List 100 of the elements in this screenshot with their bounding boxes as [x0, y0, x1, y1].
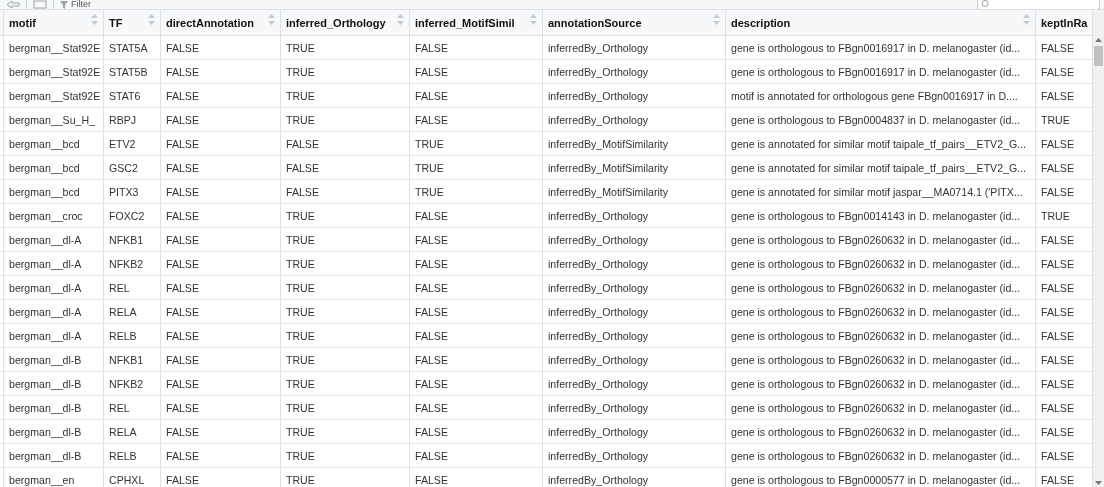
table-cell: FALSE [1041, 257, 1074, 270]
table-cell: inferredBy_MotifSimilarity [548, 161, 669, 174]
table-cell: FALSE [166, 473, 199, 486]
table-cell: FALSE [166, 89, 199, 102]
table-cell: STAT6 [109, 89, 141, 102]
table-cell: TRUE [415, 185, 444, 198]
table-cell: gene is orthologous to FBgn0260632 in D. melanogaster (id... [731, 353, 1021, 366]
table-cell: inferredBy_Orthology [548, 257, 649, 270]
table-cell: inferredBy_Orthology [548, 233, 649, 246]
table-cell: bergman__dl-A [9, 305, 82, 318]
table-cell: TRUE [286, 281, 315, 294]
table-cell: STAT5B [109, 65, 148, 78]
column-header[interactable]: annotationSource [548, 16, 642, 29]
table-cell: FALSE [415, 113, 448, 126]
column-header[interactable]: inferred_Orthology [286, 16, 386, 29]
table-cell: FALSE [166, 233, 199, 246]
back-arrow-icon[interactable] [6, 0, 20, 9]
table-cell: FALSE [166, 305, 199, 318]
table-cell: FALSE [415, 401, 448, 414]
table-cell: inferredBy_Orthology [548, 449, 649, 462]
table-cell: inferredBy_Orthology [548, 305, 649, 318]
table-cell: FALSE [166, 425, 199, 438]
table-cell: FALSE [166, 281, 199, 294]
table-cell: STAT5A [109, 41, 148, 54]
table-cell: inferredBy_MotifSimilarity [548, 137, 669, 150]
scroll-thumb[interactable] [1094, 46, 1103, 66]
table-cell: bergman__bcd [9, 185, 80, 198]
table-cell: FALSE [1041, 449, 1074, 462]
table-cell: FALSE [166, 161, 199, 174]
table-cell: TRUE [286, 113, 315, 126]
table-cell: FALSE [1041, 41, 1074, 54]
table-cell: gene is orthologous to FBgn0260632 in D. melanogaster (id... [731, 305, 1021, 318]
table-cell: CPHXL [109, 473, 145, 486]
table-cell: FALSE [166, 377, 199, 390]
sort-icon[interactable] [713, 14, 720, 25]
table-cell: FALSE [166, 65, 199, 78]
table-cell: bergman__Stat92E [9, 89, 101, 102]
table-cell: FALSE [415, 449, 448, 462]
column-header[interactable]: TF [109, 16, 123, 29]
sort-icon[interactable] [530, 14, 537, 25]
scrollbar[interactable] [1093, 10, 1104, 487]
sort-icon[interactable] [91, 14, 98, 25]
table-cell: FALSE [415, 233, 448, 246]
search-field[interactable] [977, 0, 1100, 9]
table-cell: FALSE [1041, 377, 1074, 390]
table-cell: NFKB2 [109, 377, 144, 390]
column-header[interactable]: description [731, 16, 791, 29]
sort-icon[interactable] [148, 14, 155, 25]
table-cell: gene is annotated for similar motif taipale_tf_pairs__ETV2_G... [731, 137, 1027, 150]
table-cell: FALSE [1041, 233, 1074, 246]
table-cell: FALSE [1041, 425, 1074, 438]
table-cell: inferredBy_Orthology [548, 209, 649, 222]
table-cell: inferredBy_Orthology [548, 329, 649, 342]
table-cell: bergman__dl-A [9, 233, 82, 246]
filter-button[interactable]: Filter [60, 0, 91, 9]
table-cell: TRUE [286, 377, 315, 390]
table-cell: FOXC2 [109, 209, 145, 222]
table-cell: gene is annotated for similar motif jaspar__MA0714.1 ('PITX... [731, 185, 1023, 198]
column-header[interactable]: inferred_MotifSimil [415, 16, 515, 29]
scroll-down-icon[interactable] [1093, 479, 1104, 487]
table-cell: TRUE [286, 89, 315, 102]
table-cell: NFKB1 [109, 233, 144, 246]
column-header[interactable]: keptInRa [1041, 16, 1088, 29]
table-cell: inferredBy_Orthology [548, 113, 649, 126]
table-cell: gene is orthologous to FBgn0004837 in D. melanogaster (id... [731, 113, 1021, 126]
table-cell: bergman__bcd [9, 137, 80, 150]
table-cell: gene is orthologous to FBgn0016917 in D. melanogaster (id... [731, 41, 1021, 54]
table-cell: PITX3 [109, 185, 139, 198]
table-cell: inferredBy_Orthology [548, 473, 649, 486]
table-cell: RELA [109, 305, 137, 318]
table-cell: TRUE [1041, 209, 1070, 222]
table-cell: TRUE [286, 425, 315, 438]
table-cell: FALSE [1041, 329, 1074, 342]
table-cell: FALSE [1041, 161, 1074, 174]
table-cell: FALSE [166, 257, 199, 270]
table-cell: FALSE [415, 65, 448, 78]
table-cell: TRUE [286, 401, 315, 414]
table-cell: FALSE [166, 353, 199, 366]
column-header[interactable]: directAnnotation [166, 16, 254, 29]
filter-icon [60, 0, 68, 9]
table-cell: bergman__dl-B [9, 425, 82, 438]
table-cell: TRUE [286, 233, 315, 246]
sort-icon[interactable] [1023, 14, 1030, 25]
table-cell: FALSE [1041, 281, 1074, 294]
sort-icon[interactable] [268, 14, 275, 25]
table-cell: gene is orthologous to FBgn0260632 in D. melanogaster (id... [731, 449, 1021, 462]
table-cell: TRUE [286, 65, 315, 78]
table-cell: FALSE [286, 137, 319, 150]
scroll-up-icon[interactable] [1093, 36, 1104, 44]
table-cell: TRUE [286, 257, 315, 270]
table-cell: FALSE [166, 401, 199, 414]
table-cell: TRUE [286, 449, 315, 462]
window-icon[interactable] [33, 0, 47, 9]
table-cell: TRUE [1041, 113, 1070, 126]
column-header[interactable]: motif [9, 16, 36, 29]
table-cell: RELA [109, 425, 137, 438]
table-cell: FALSE [415, 281, 448, 294]
sort-icon[interactable] [397, 14, 404, 25]
table-cell: inferredBy_Orthology [548, 425, 649, 438]
table-cell: FALSE [415, 353, 448, 366]
